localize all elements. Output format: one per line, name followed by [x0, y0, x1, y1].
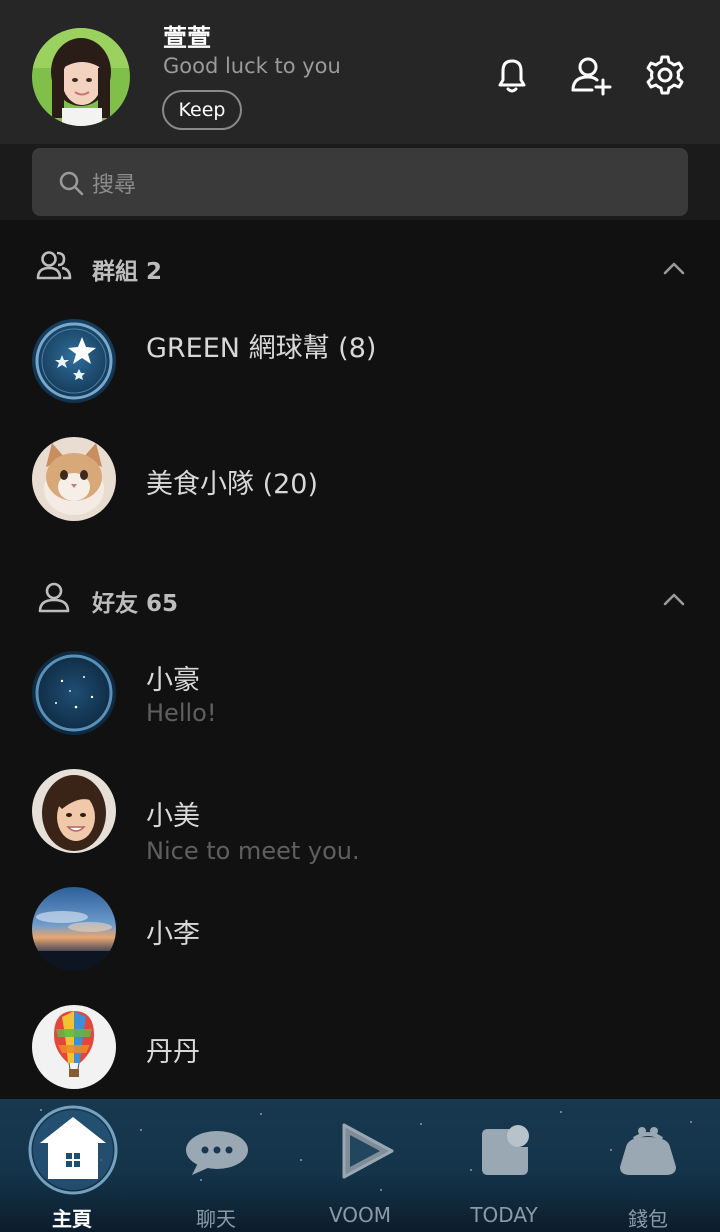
- group-name[interactable]: GREEN 網球幫 (8): [146, 326, 376, 365]
- wallet-icon: [620, 1127, 676, 1175]
- friend-name[interactable]: 小李: [146, 912, 200, 951]
- tab-wallet[interactable]: 錢包: [576, 1099, 720, 1232]
- group-avatar[interactable]: [32, 319, 116, 403]
- group-icon: [36, 251, 72, 280]
- home-icon: [28, 1105, 118, 1195]
- friend-avatar[interactable]: [32, 769, 116, 853]
- chevron-up-icon[interactable]: [662, 260, 686, 276]
- chat-icon: [186, 1131, 248, 1175]
- tab-label: 聊天: [196, 1207, 236, 1231]
- profile-avatar[interactable]: [32, 28, 130, 126]
- settings-icon[interactable]: [644, 54, 686, 96]
- friend-avatar[interactable]: [32, 651, 116, 735]
- tab-chat[interactable]: 聊天: [144, 1099, 288, 1232]
- profile-name: 萱萱: [163, 24, 211, 52]
- add-friend-icon[interactable]: [570, 54, 612, 96]
- tab-label: TODAY: [470, 1203, 538, 1227]
- friend-status-message: Nice to meet you.: [146, 837, 360, 865]
- today-icon: [482, 1125, 529, 1175]
- play-icon: [342, 1123, 394, 1179]
- tab-label: VOOM: [328, 1203, 392, 1227]
- keep-button[interactable]: Keep: [162, 90, 242, 130]
- friend-status-message: Hello!: [146, 699, 217, 727]
- friend-name[interactable]: 小美: [146, 794, 200, 833]
- friend-avatar[interactable]: [32, 887, 116, 971]
- group-avatar[interactable]: [32, 437, 116, 521]
- friends-section-title[interactable]: 好友 65: [92, 584, 178, 618]
- chevron-up-icon[interactable]: [662, 591, 686, 607]
- bottom-tab-bar: 主頁 聊天 VOOM TODAY 錢包: [0, 1099, 720, 1232]
- friend-name[interactable]: 小豪: [146, 658, 200, 697]
- friend-avatar[interactable]: [32, 1005, 116, 1089]
- tab-today[interactable]: TODAY: [432, 1099, 576, 1232]
- search-placeholder: 搜尋: [92, 173, 137, 198]
- groups-section-title[interactable]: 群組 2: [92, 252, 162, 286]
- group-name[interactable]: 美食小隊 (20): [146, 462, 318, 501]
- friend-name[interactable]: 丹丹: [146, 1030, 200, 1069]
- tab-label: 主頁: [52, 1207, 92, 1231]
- tab-label: 錢包: [628, 1207, 668, 1231]
- tab-home[interactable]: 主頁: [0, 1099, 144, 1232]
- profile-status-message[interactable]: Good luck to you: [163, 54, 341, 78]
- profile-header: 萱萱 Good luck to you Keep: [0, 0, 720, 144]
- search-input[interactable]: 搜尋: [32, 148, 688, 216]
- friend-icon: [38, 582, 70, 613]
- search-icon: [59, 171, 84, 196]
- bell-icon[interactable]: [491, 54, 533, 96]
- search-bar-area: 搜尋: [0, 144, 720, 220]
- tab-voom[interactable]: VOOM: [288, 1099, 432, 1232]
